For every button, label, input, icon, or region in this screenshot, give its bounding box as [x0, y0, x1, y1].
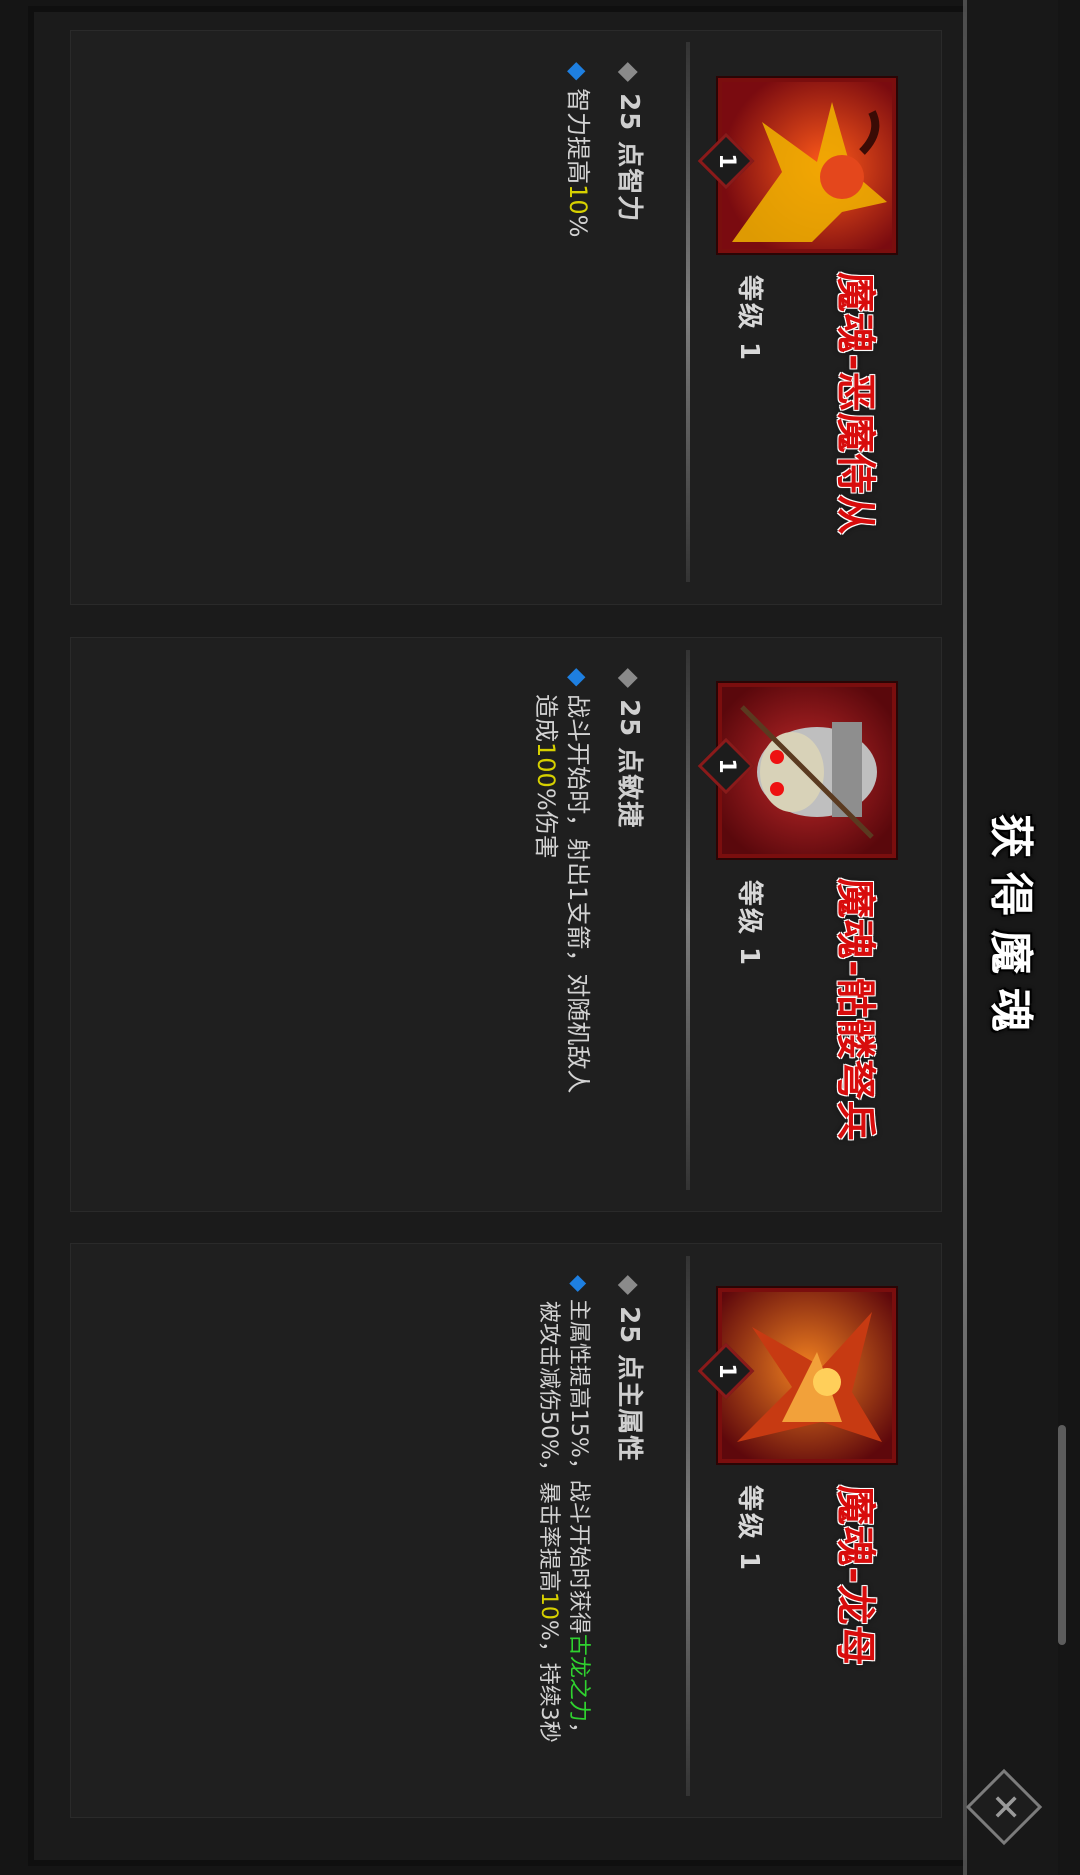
- close-icon[interactable]: ✕: [984, 1792, 1025, 1822]
- effect-text-end: ，: [566, 1721, 591, 1744]
- blue-diamond-icon: ◆: [564, 62, 592, 81]
- title-divider: [963, 0, 967, 1875]
- stat-text: 25 点敏捷: [614, 699, 644, 829]
- effect-text-end: %，持续3秒: [536, 1619, 561, 1743]
- effect-text: 造成: [532, 694, 560, 742]
- stat-line: ◆ 25 点智力: [613, 62, 650, 222]
- soul-name: 魔魂-骷髅弩兵: [832, 878, 878, 1142]
- soul-level: 等级 1: [734, 1485, 764, 1573]
- gray-diamond-icon: ◆: [614, 1275, 644, 1296]
- effect-text: 战斗开始时，射出1支箭，对随机敌人: [564, 694, 592, 1094]
- stat-line: ◆ 25 点主属性: [613, 1275, 650, 1462]
- badge-number: 1: [714, 153, 739, 169]
- effect-text: 智力提高: [564, 88, 592, 185]
- card-divider: [686, 1256, 690, 1796]
- popup-title: 获得魔魂: [985, 814, 1036, 1046]
- effect-unit: %: [564, 214, 592, 238]
- effect-line: ◆ 智力提高10%: [562, 62, 594, 237]
- effect-text: 被攻击减伤50%，暴击率提高: [536, 1301, 561, 1592]
- effect-text: 主属性提高15%，战斗开始时获得: [566, 1298, 591, 1634]
- effect-line: ◆ 战斗开始时，射出1支箭，对随机敌人: [562, 668, 594, 1093]
- effect-line-2: 造成100%伤害: [530, 694, 562, 859]
- stat-text: 25 点主属性: [614, 1306, 644, 1463]
- effect-buff-name: 古龙之力: [566, 1633, 591, 1722]
- soul-name: 魔魂-龙母: [832, 1485, 878, 1667]
- effect-line: ◆ 主属性提高15%，战斗开始时获得古龙之力，: [562, 1275, 594, 1744]
- blue-diamond-icon: ◆: [566, 1275, 591, 1292]
- stat-text: 25 点智力: [614, 93, 644, 223]
- scrollbar[interactable]: [1058, 1425, 1066, 1645]
- card-divider: [686, 650, 690, 1190]
- effect-value: 10: [536, 1591, 561, 1620]
- soul-level: 等级 1: [734, 880, 764, 968]
- gray-diamond-icon: ◆: [614, 62, 644, 83]
- blue-diamond-icon: ◆: [564, 668, 592, 687]
- gray-diamond-icon: ◆: [614, 668, 644, 689]
- card-divider: [686, 42, 690, 582]
- effect-text-end: %伤害: [532, 787, 560, 859]
- badge-number: 1: [714, 1363, 739, 1379]
- effect-line-2: 被攻击减伤50%，暴击率提高10%，持续3秒: [532, 1301, 564, 1743]
- badge-number: 1: [714, 758, 739, 774]
- soul-level: 等级 1: [734, 275, 764, 363]
- soul-name: 魔魂-恶魔侍从: [832, 272, 878, 536]
- effect-value: 10: [564, 184, 592, 215]
- reward-popup: 获得魔魂 1 魔魂-恶魔侍从 等级 1 ◆ 25 点智力 ◆ 智力提高10% 1…: [0, 0, 1080, 1875]
- stat-line: ◆ 25 点敏捷: [613, 668, 650, 828]
- effect-value: 100: [532, 742, 560, 788]
